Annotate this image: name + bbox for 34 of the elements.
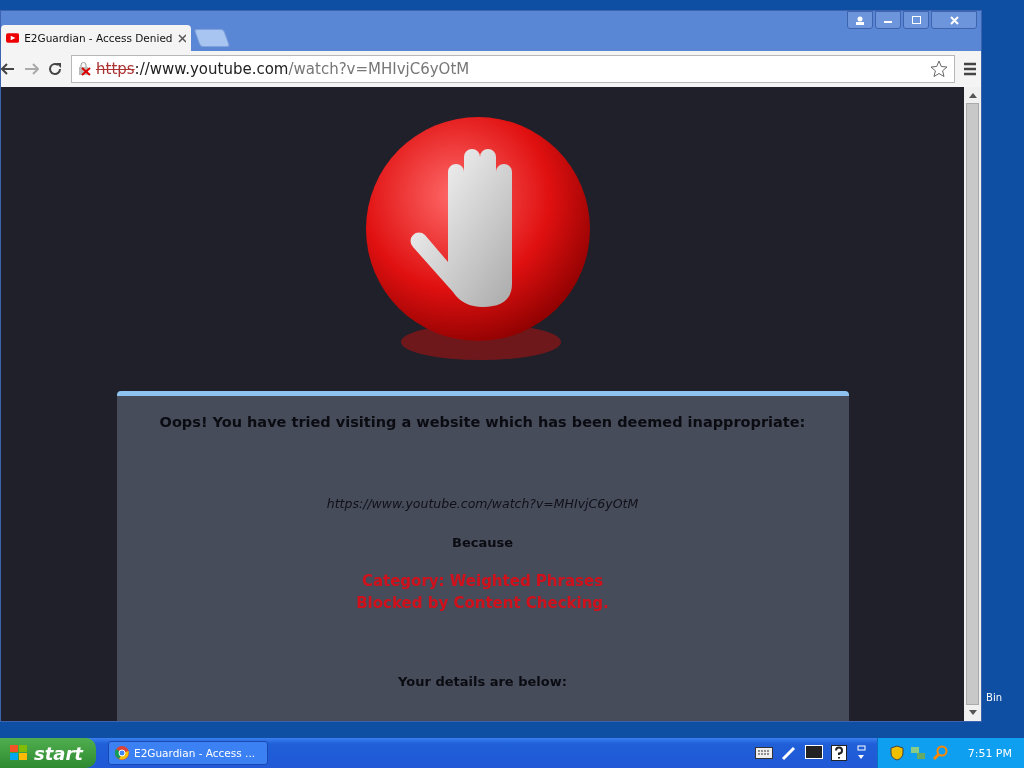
reason-text: Category: Weighted Phrases [361, 572, 604, 590]
because-text: Because [452, 535, 513, 550]
back-icon[interactable] [1, 62, 15, 76]
shield-icon[interactable] [889, 745, 904, 761]
start-button[interactable]: start [0, 738, 96, 768]
user-icon[interactable] [847, 11, 873, 29]
minimize-icon[interactable] [875, 11, 901, 29]
desktop-icon-label[interactable]: Bin [986, 692, 1002, 703]
close-icon[interactable] [931, 11, 977, 29]
maximize-icon[interactable] [903, 11, 929, 29]
reload-icon[interactable] [47, 61, 63, 77]
display-icon[interactable] [804, 745, 823, 761]
windows-logo-icon [10, 745, 28, 761]
keyboard-icon[interactable] [754, 747, 773, 759]
menu-icon[interactable] [963, 62, 977, 76]
heading-text: Oops! You have tried visiting a website which has been deemed inappropriate: [159, 414, 806, 430]
help-icon[interactable] [830, 745, 847, 761]
scroll-up-icon[interactable] [968, 91, 977, 99]
browser-tab[interactable]: E2Guardian - Access Denied [1, 25, 191, 51]
url-text: https://www.youtube.com/watch?v=MHIvjC6yOtM [96, 60, 470, 78]
clock-text: 7:51 PM [967, 746, 1012, 760]
reason-text: Blocked by Content Checking. [356, 594, 609, 612]
close-icon[interactable] [177, 33, 186, 43]
scrollbar[interactable] [964, 87, 981, 721]
taskbar-item[interactable]: E2Guardian - Access ... [108, 741, 268, 765]
details-text: Your details are below: [398, 674, 567, 689]
star-icon[interactable] [930, 60, 948, 78]
blocked-url-text: https://www.youtube.com/watch?v=MHIvjC6yOtM [326, 496, 639, 511]
window-switch-icon[interactable] [854, 745, 867, 761]
video-site-icon [6, 33, 20, 43]
address-bar[interactable]: https://www.youtube.com/watch?v=MHIvjC6yOtM [71, 55, 955, 83]
pen-icon[interactable] [780, 745, 797, 761]
browser-icon [115, 746, 129, 760]
scroll-down-icon[interactable] [968, 709, 977, 717]
